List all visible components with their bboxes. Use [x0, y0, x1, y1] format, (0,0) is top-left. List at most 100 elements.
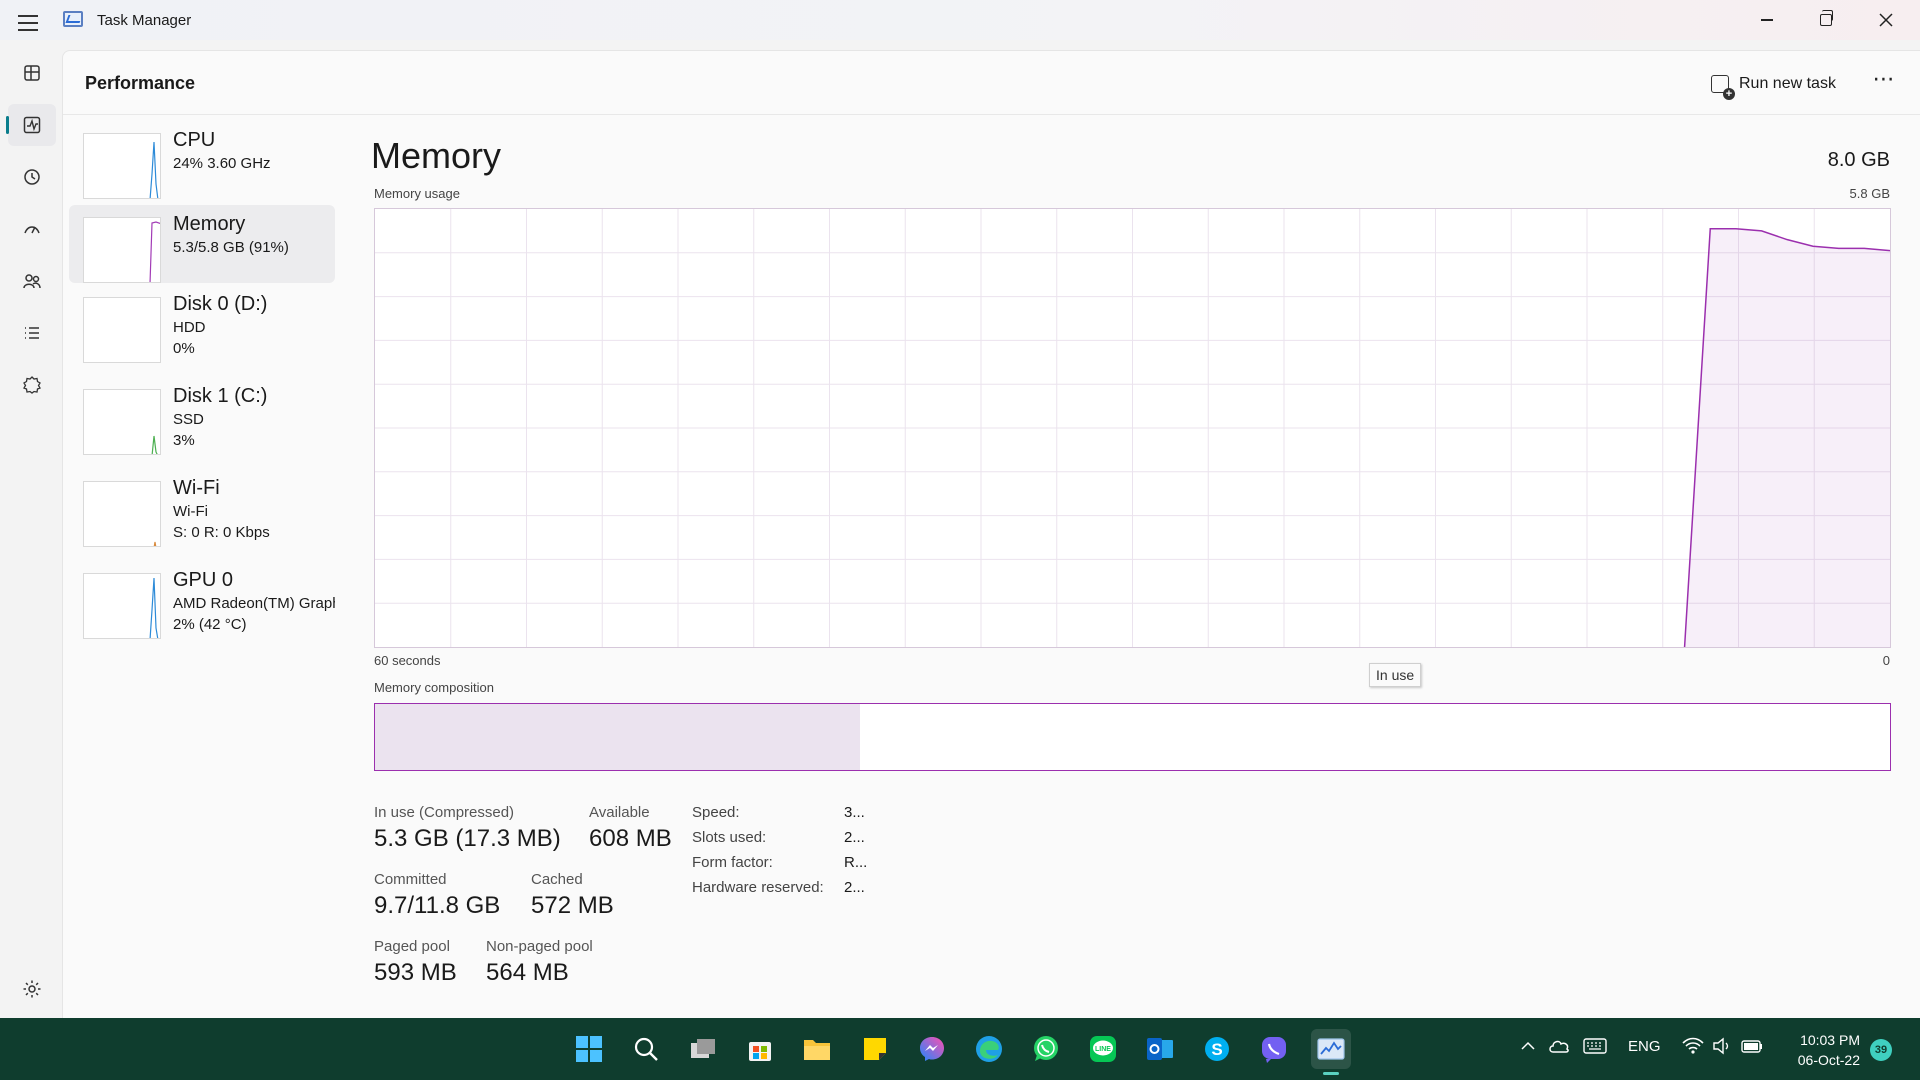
resource-name: Disk 1 (C:)	[173, 385, 268, 407]
viber-icon	[1262, 1037, 1286, 1063]
memory-composition-bar	[374, 703, 1891, 771]
onedrive-tray[interactable]	[1548, 1037, 1570, 1060]
whatsapp-button[interactable]	[1026, 1029, 1066, 1069]
clock[interactable]: 10:03 PM 06-Oct-22	[1782, 1030, 1860, 1070]
task-view-icon	[691, 1039, 715, 1058]
title-bar: Task Manager	[0, 0, 1920, 40]
resource-detail: 5.3/5.8 GB (91%)	[173, 239, 289, 256]
resource-detail: Wi-Fi	[173, 503, 208, 520]
start-button[interactable]	[569, 1029, 609, 1069]
edge-button[interactable]	[969, 1029, 1009, 1069]
close-icon	[1879, 13, 1893, 27]
clock-date: 06-Oct-22	[1797, 1052, 1860, 1068]
volume-tray[interactable]	[1712, 1037, 1732, 1060]
resource-name: GPU 0	[173, 569, 234, 591]
wifi-icon	[1682, 1037, 1704, 1054]
resource-name: Memory	[173, 213, 246, 235]
prop-form-factor-label: Form factor:	[692, 854, 773, 871]
taskbar: LINE S ENG 10:03 PM 06-Oct-22 39	[0, 1018, 1920, 1080]
stat-value: 564 MB	[486, 959, 569, 986]
composition-in-use	[375, 704, 860, 770]
nav-app-history[interactable]	[8, 156, 56, 198]
volume-icon	[1713, 1037, 1729, 1055]
stat-paged-pool: Paged pool 593 MB	[374, 938, 457, 987]
run-new-task-button[interactable]: Run new task	[1711, 69, 1836, 100]
stat-available: Available 608 MB	[589, 804, 672, 853]
in-use-tooltip: In use	[1369, 663, 1422, 687]
page-title: Performance	[85, 73, 196, 93]
wifi-tray[interactable]	[1682, 1037, 1704, 1060]
more-options-button[interactable]: ⋯	[1869, 68, 1899, 97]
resource-name: Wi-Fi	[173, 477, 220, 499]
resource-memory[interactable]: Memory 5.3/5.8 GB (91%)	[69, 205, 335, 283]
resource-disk0[interactable]: Disk 0 (D:) HDD 0%	[69, 287, 335, 375]
skype-icon: S	[1205, 1037, 1229, 1061]
line-icon: LINE	[1090, 1036, 1116, 1062]
tray-overflow-button[interactable]	[1520, 1038, 1536, 1059]
cloud-icon	[1549, 1040, 1569, 1053]
store-button[interactable]	[740, 1029, 780, 1069]
total-memory: 8.0 GB	[1827, 149, 1890, 171]
stat-label: Non-paged pool	[486, 938, 593, 955]
stat-in-use: In use (Compressed) 5.3 GB (17.3 MB)	[374, 804, 561, 853]
svg-text:S: S	[1211, 1040, 1222, 1059]
run-new-task-label: Run new task	[1739, 75, 1836, 92]
prop-hw-reserved-value: 2...	[844, 879, 865, 896]
nav-processes[interactable]	[8, 52, 56, 94]
nav-users[interactable]	[8, 260, 56, 302]
nav-details[interactable]	[8, 312, 56, 354]
restore-button[interactable]	[1797, 0, 1855, 40]
menu-icon[interactable]	[18, 10, 44, 36]
language-indicator[interactable]: ENG	[1628, 1038, 1661, 1055]
window-title: Task Manager	[97, 12, 192, 29]
resource-disk1[interactable]: Disk 1 (C:) SSD 3%	[69, 379, 335, 467]
nav-settings[interactable]	[8, 968, 56, 1010]
details-icon	[25, 327, 39, 339]
minimize-button[interactable]	[1738, 0, 1796, 40]
line-button[interactable]: LINE	[1083, 1029, 1123, 1069]
disk1-thumbnail	[83, 389, 161, 455]
file-explorer-button[interactable]	[797, 1029, 837, 1069]
prop-slots-value: 2...	[844, 829, 865, 846]
task-view-button[interactable]	[683, 1029, 723, 1069]
close-button[interactable]	[1857, 0, 1915, 40]
resource-usage: 3%	[173, 432, 195, 449]
sticky-notes-button[interactable]	[855, 1029, 895, 1069]
resource-gpu0[interactable]: GPU 0 AMD Radeon(TM) Graphics 2% (42 °C)	[69, 563, 335, 651]
stat-value: 5.3 GB (17.3 MB)	[374, 825, 561, 852]
stat-label: Cached	[531, 871, 583, 888]
startup-apps-icon	[24, 226, 40, 234]
whatsapp-icon	[1034, 1036, 1058, 1061]
search-button[interactable]	[626, 1029, 666, 1069]
start-icon	[576, 1036, 602, 1062]
nav-services[interactable]	[8, 364, 56, 406]
task-manager-button[interactable]	[1311, 1029, 1351, 1075]
users-icon	[23, 274, 41, 289]
minimize-icon	[1761, 19, 1773, 21]
memory-usage-max: 5.8 GB	[1849, 186, 1890, 201]
resource-wifi[interactable]: Wi-Fi Wi-Fi S: 0 R: 0 Kbps	[69, 471, 335, 559]
stat-value: 608 MB	[589, 825, 672, 852]
outlook-button[interactable]	[1140, 1029, 1180, 1069]
resource-cpu[interactable]: CPU 24% 3.60 GHz	[69, 123, 335, 199]
viber-button[interactable]	[1254, 1029, 1294, 1069]
nav-startup-apps[interactable]	[8, 208, 56, 250]
outlook-icon	[1147, 1038, 1173, 1060]
detail-title: Memory	[371, 135, 502, 176]
touch-keyboard-tray[interactable]	[1583, 1037, 1607, 1060]
messenger-button[interactable]	[912, 1029, 952, 1069]
wifi-thumbnail	[83, 481, 161, 547]
nav-performance[interactable]	[6, 104, 56, 146]
notifications-badge[interactable]: 39	[1870, 1039, 1892, 1061]
stat-label: Paged pool	[374, 938, 450, 955]
app-history-icon	[24, 169, 40, 185]
skype-button[interactable]: S	[1197, 1029, 1237, 1069]
resource-name: Disk 0 (D:)	[173, 293, 268, 315]
battery-icon	[1741, 1040, 1762, 1053]
svg-text:LINE: LINE	[1095, 1046, 1111, 1053]
store-icon	[749, 1042, 771, 1061]
memory-thumbnail	[83, 217, 161, 283]
battery-tray[interactable]	[1740, 1037, 1764, 1060]
settings-icon	[23, 980, 41, 998]
task-manager-app-icon	[63, 11, 83, 27]
